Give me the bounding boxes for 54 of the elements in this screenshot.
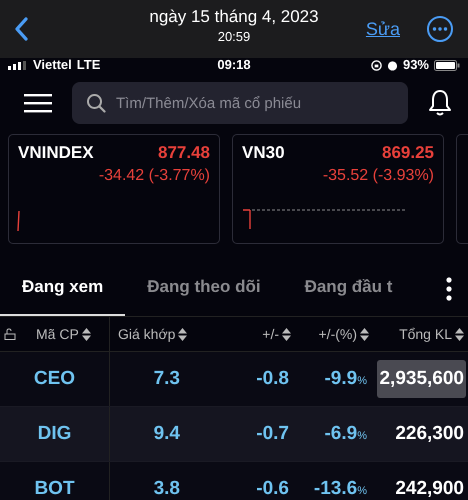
match-price: 3.8 [154, 478, 180, 500]
bell-icon[interactable] [428, 89, 452, 117]
percent-change: -9.9% [324, 368, 367, 390]
column-header[interactable]: Giá khớp [118, 326, 176, 342]
index-name: VNINDEX [18, 143, 94, 163]
clock: 09:18 [217, 58, 251, 72]
more-icon[interactable] [446, 277, 452, 301]
network-type: LTE [76, 58, 100, 72]
signal-icon [8, 60, 28, 70]
index-card[interactable]: VNINDEX 877.48 -34.42 (-3.77%) [8, 134, 220, 244]
price-change: -0.6 [256, 478, 289, 500]
battery-icon [434, 60, 460, 70]
total-volume: 242,900 [394, 477, 465, 500]
sort-icon[interactable] [455, 328, 464, 340]
sparkline [17, 211, 20, 231]
match-price: 9.4 [154, 423, 180, 445]
stock-symbol[interactable]: DIG [38, 423, 72, 445]
search-icon [86, 93, 106, 113]
match-price: 7.3 [154, 368, 180, 390]
photo-time: 20:59 [218, 28, 250, 46]
battery-percent: 93% [402, 58, 429, 72]
price-change: -0.8 [256, 368, 289, 390]
back-icon[interactable] [14, 17, 28, 41]
stock-symbol[interactable]: BOT [34, 478, 75, 500]
index-name: VN30 [242, 143, 285, 163]
price-change: -0.7 [256, 423, 289, 445]
search-field[interactable]: Tìm/Thêm/Xóa mã cổ phiếu [72, 82, 408, 124]
stock-symbol[interactable]: CEO [34, 368, 76, 390]
tab[interactable]: Đang theo dõi [125, 262, 283, 316]
tab[interactable]: Đang đầu t [282, 262, 414, 316]
photo-date: ngày 15 tháng 4, 2023 [149, 6, 319, 28]
index-card[interactable]: VN30 869.25 -35.52 (-3.93%) [232, 134, 444, 244]
column-header[interactable]: +/- [262, 326, 279, 342]
percent-change: -6.9% [324, 423, 367, 445]
column-header[interactable]: Tổng KL [399, 326, 452, 342]
percent-change: -13.6% [314, 478, 367, 500]
carrier-name: Viettel [33, 58, 72, 72]
tab[interactable]: Đang xem [0, 262, 126, 316]
total-volume: 226,300 [394, 422, 465, 446]
index-change: -35.52 (-3.93%) [322, 167, 434, 185]
index-value: 877.48 [158, 143, 210, 163]
column-header[interactable]: +/-(%) [318, 326, 357, 342]
more-icon[interactable] [426, 15, 454, 43]
sort-icon[interactable] [82, 328, 91, 340]
unlock-icon[interactable] [4, 328, 16, 340]
edit-link[interactable]: Sửa [366, 18, 400, 40]
index-change: -34.42 (-3.77%) [98, 167, 210, 185]
menu-icon[interactable] [24, 93, 52, 113]
column-header[interactable]: Mã CP [36, 326, 79, 342]
sort-icon[interactable] [282, 328, 291, 340]
index-value: 869.25 [382, 143, 434, 163]
sort-icon[interactable] [360, 328, 369, 340]
sort-icon[interactable] [178, 328, 188, 340]
total-volume: 2,935,600 [377, 360, 466, 398]
